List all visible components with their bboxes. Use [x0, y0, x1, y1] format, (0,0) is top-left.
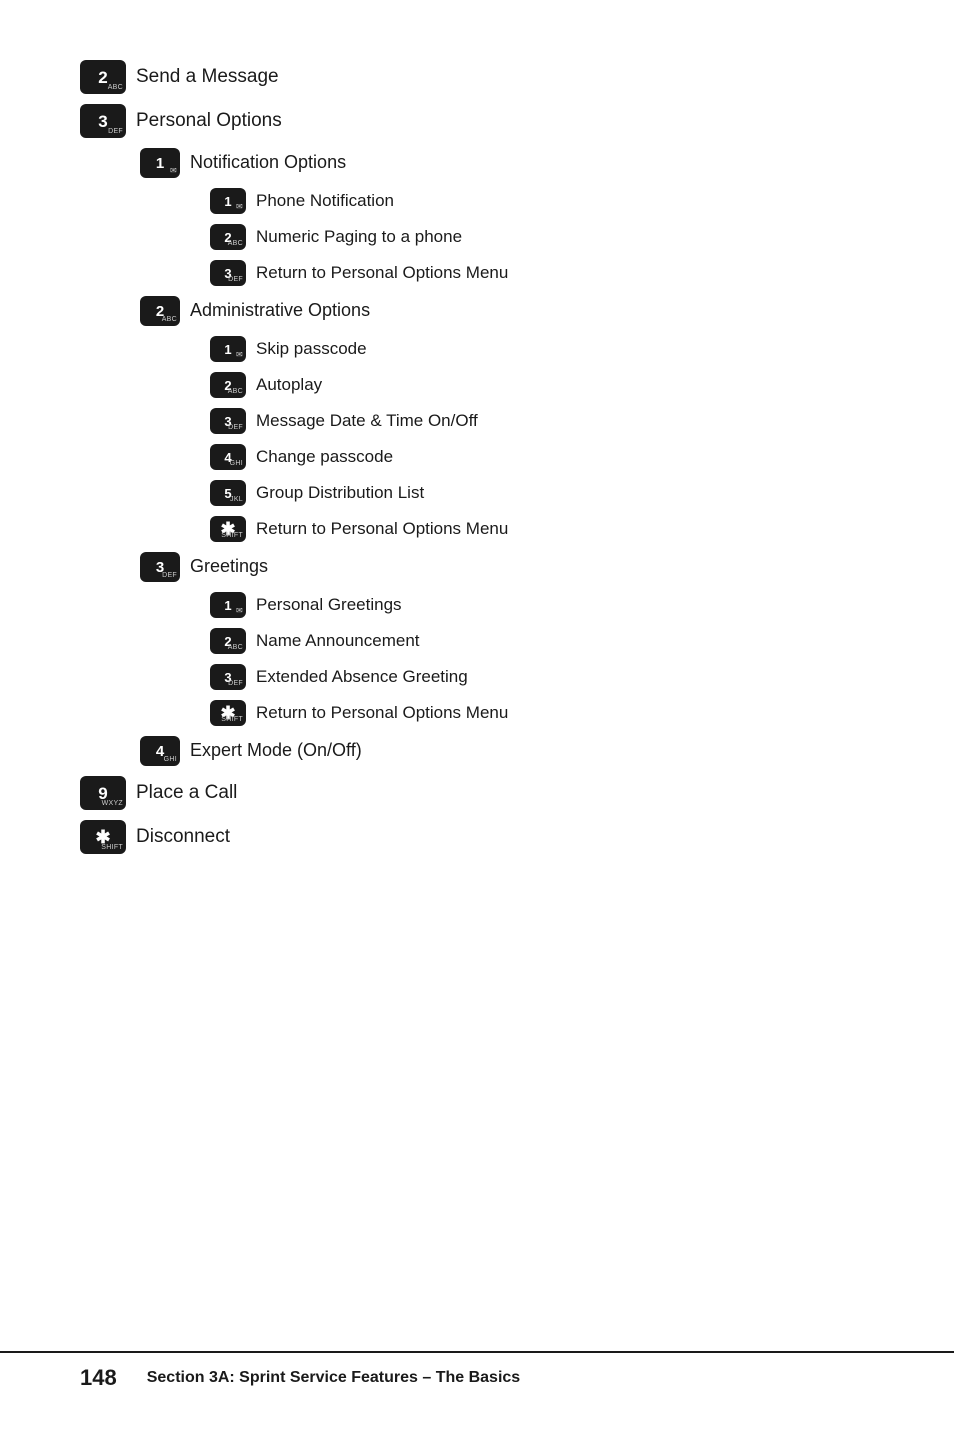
item-text-notification-options: Notification Options: [190, 151, 346, 174]
footer-section-title: Section 3A: Sprint Service Features – Th…: [147, 1357, 520, 1387]
menu-container: 2ABC Send a Message 3DEF Personal Options 1✉…: [80, 60, 874, 854]
item-text-message-date-time: Message Date & Time On/Off: [256, 410, 478, 432]
footer-page-number: 148: [80, 1353, 117, 1391]
menu-item-personal-options: 3DEF Personal Options: [80, 104, 874, 138]
menu-item-disconnect: ✱SHIFT Disconnect: [80, 820, 874, 854]
item-text-personal-options: Personal Options: [136, 109, 282, 134]
key-badge-administrative-options: 2ABC: [140, 296, 180, 326]
menu-item-skip-passcode: 1✉ Skip passcode: [210, 336, 874, 362]
key-badge-extended-absence: 3DEF: [210, 664, 246, 690]
key-badge-personal-greetings: 1✉: [210, 592, 246, 618]
item-text-expert-mode: Expert Mode (On/Off): [190, 739, 362, 762]
key-badge-return-personal-3: ✱SHIFT: [210, 700, 246, 726]
key-badge-phone-notification: 1✉: [210, 188, 246, 214]
menu-item-extended-absence: 3DEF Extended Absence Greeting: [210, 664, 874, 690]
item-text-return-personal-2: Return to Personal Options Menu: [256, 518, 508, 540]
item-text-autoplay: Autoplay: [256, 374, 322, 396]
key-badge-message-date-time: 3DEF: [210, 408, 246, 434]
page-content: 2ABC Send a Message 3DEF Personal Options 1✉…: [0, 0, 954, 944]
key-badge-place-call: 9WXYZ: [80, 776, 126, 810]
menu-item-group-distribution: 5JKL Group Distribution List: [210, 480, 874, 506]
key-badge-personal-options: 3DEF: [80, 104, 126, 138]
item-text-group-distribution: Group Distribution List: [256, 482, 424, 504]
item-text-extended-absence: Extended Absence Greeting: [256, 666, 468, 688]
item-text-disconnect: Disconnect: [136, 825, 230, 850]
key-badge-return-personal-2: ✱SHIFT: [210, 516, 246, 542]
item-text-administrative-options: Administrative Options: [190, 299, 370, 322]
item-text-send-message: Send a Message: [136, 65, 279, 90]
menu-item-autoplay: 2ABC Autoplay: [210, 372, 874, 398]
menu-item-numeric-paging: 2ABC Numeric Paging to a phone: [210, 224, 874, 250]
menu-item-name-announcement: 2ABC Name Announcement: [210, 628, 874, 654]
item-text-name-announcement: Name Announcement: [256, 630, 420, 652]
menu-item-phone-notification: 1✉ Phone Notification: [210, 188, 874, 214]
item-text-return-personal-3: Return to Personal Options Menu: [256, 702, 508, 724]
menu-item-administrative-options: 2ABC Administrative Options: [140, 296, 874, 326]
item-text-greetings: Greetings: [190, 555, 268, 578]
menu-item-notification-options: 1✉ Notification Options: [140, 148, 874, 178]
menu-item-place-call: 9WXYZ Place a Call: [80, 776, 874, 810]
menu-item-personal-greetings: 1✉ Personal Greetings: [210, 592, 874, 618]
item-text-phone-notification: Phone Notification: [256, 190, 394, 212]
key-badge-group-distribution: 5JKL: [210, 480, 246, 506]
key-badge-send-message: 2ABC: [80, 60, 126, 94]
menu-item-return-personal-2: ✱SHIFT Return to Personal Options Menu: [210, 516, 874, 542]
key-badge-skip-passcode: 1✉: [210, 336, 246, 362]
menu-item-expert-mode: 4GHI Expert Mode (On/Off): [140, 736, 874, 766]
key-badge-greetings: 3DEF: [140, 552, 180, 582]
key-badge-change-passcode: 4GHI: [210, 444, 246, 470]
key-badge-numeric-paging: 2ABC: [210, 224, 246, 250]
menu-item-return-personal-1: 3DEF Return to Personal Options Menu: [210, 260, 874, 286]
key-badge-autoplay: 2ABC: [210, 372, 246, 398]
key-badge-notification-options: 1✉: [140, 148, 180, 178]
menu-item-greetings: 3DEF Greetings: [140, 552, 874, 582]
item-text-numeric-paging: Numeric Paging to a phone: [256, 226, 462, 248]
item-text-change-passcode: Change passcode: [256, 446, 393, 468]
key-badge-name-announcement: 2ABC: [210, 628, 246, 654]
menu-item-change-passcode: 4GHI Change passcode: [210, 444, 874, 470]
menu-item-send-message: 2ABC Send a Message: [80, 60, 874, 94]
menu-item-message-date-time: 3DEF Message Date & Time On/Off: [210, 408, 874, 434]
key-badge-return-personal-1: 3DEF: [210, 260, 246, 286]
item-text-return-personal-1: Return to Personal Options Menu: [256, 262, 508, 284]
item-text-skip-passcode: Skip passcode: [256, 338, 367, 360]
key-badge-disconnect: ✱SHIFT: [80, 820, 126, 854]
key-badge-expert-mode: 4GHI: [140, 736, 180, 766]
page-footer: 148 Section 3A: Sprint Service Features …: [0, 1351, 954, 1391]
item-text-personal-greetings: Personal Greetings: [256, 594, 402, 616]
item-text-place-call: Place a Call: [136, 781, 237, 806]
menu-item-return-personal-3: ✱SHIFT Return to Personal Options Menu: [210, 700, 874, 726]
